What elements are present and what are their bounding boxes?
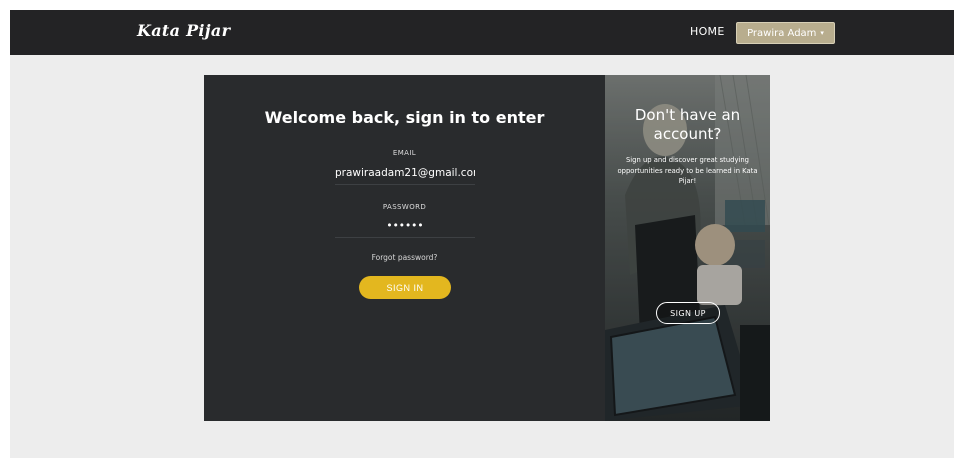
sign-up-description: Sign up and discover great studying oppo… <box>617 156 758 185</box>
forgot-password-link[interactable]: Forgot password? <box>204 253 605 262</box>
email-field[interactable] <box>335 161 475 185</box>
password-label: PASSWORD <box>382 203 427 211</box>
chevron-down-icon: ▾ <box>820 28 824 37</box>
email-label: EMAIL <box>392 149 417 157</box>
page-frame: Kata Pijar HOME Prawira Adam ▾ Welcome b… <box>10 10 954 458</box>
sign-in-button[interactable]: SIGN IN <box>359 276 451 299</box>
password-field[interactable] <box>335 214 475 238</box>
auth-card: Welcome back, sign in to enter EMAIL PAS… <box>204 75 770 421</box>
sign-in-title: Welcome back, sign in to enter <box>264 108 545 127</box>
nav-home-link[interactable]: HOME <box>690 25 725 38</box>
brand-logo[interactable]: Kata Pijar <box>137 21 230 40</box>
user-menu-label: Prawira Adam <box>747 27 817 39</box>
sign-up-panel: Don't have an account? Sign up and disco… <box>605 75 770 421</box>
navbar: Kata Pijar HOME Prawira Adam ▾ <box>10 10 954 55</box>
user-menu-button[interactable]: Prawira Adam ▾ <box>736 22 835 44</box>
sign-up-button[interactable]: SIGN UP <box>656 302 720 324</box>
sign-in-panel: Welcome back, sign in to enter EMAIL PAS… <box>204 75 605 421</box>
sign-up-title: Don't have an account? <box>634 106 741 143</box>
